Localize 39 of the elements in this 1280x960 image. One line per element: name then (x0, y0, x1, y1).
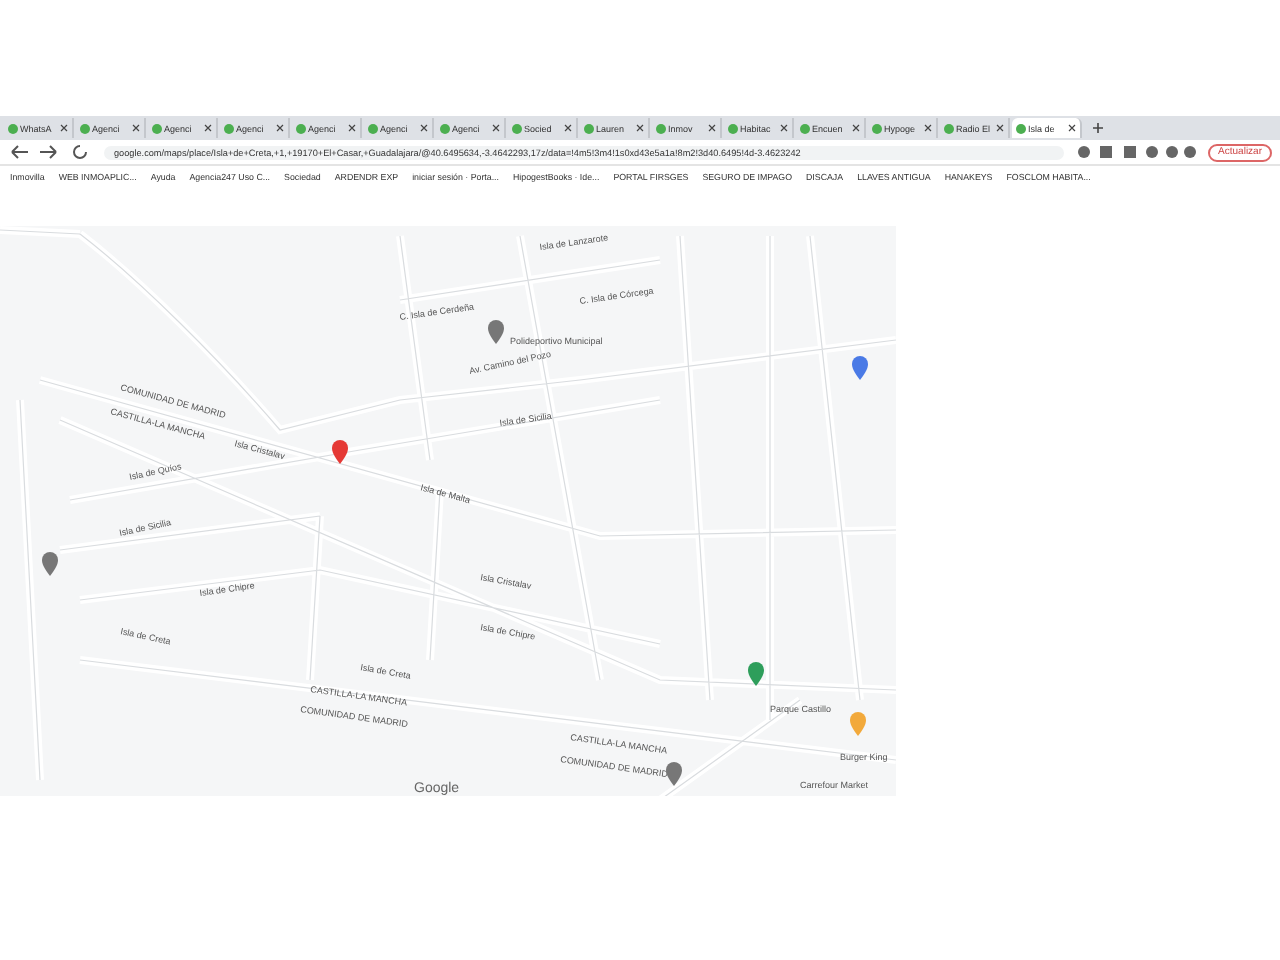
favicon-icon (584, 123, 594, 133)
close-icon[interactable] (852, 124, 860, 132)
favicon-icon (440, 123, 450, 133)
toolbar-icons[interactable] (1076, 144, 1197, 160)
favicon-icon (1016, 123, 1026, 133)
close-icon[interactable] (348, 124, 356, 132)
favicon-icon (872, 123, 882, 133)
favicon-icon (8, 123, 18, 133)
map-pin-icon[interactable] (488, 320, 504, 344)
close-icon[interactable] (708, 124, 716, 132)
close-icon[interactable] (276, 124, 284, 132)
favicon-icon (224, 123, 234, 133)
map-pin-icon[interactable] (852, 356, 868, 380)
map-pin-icon[interactable] (748, 662, 764, 686)
close-icon[interactable] (492, 124, 500, 132)
close-icon[interactable] (636, 124, 644, 132)
close-icon[interactable] (996, 124, 1004, 132)
close-icon[interactable] (132, 124, 140, 132)
favicon-icon (152, 123, 162, 133)
favicon-icon (728, 123, 738, 133)
favicon-icon (512, 123, 522, 133)
close-icon[interactable] (60, 124, 68, 132)
new-tab-icon[interactable] (1092, 122, 1104, 134)
favicon-icon (368, 123, 378, 133)
favicon-icon (944, 123, 954, 133)
favicon-icon (80, 123, 90, 133)
close-icon[interactable] (1068, 124, 1076, 132)
close-icon[interactable] (780, 124, 788, 132)
close-icon[interactable] (924, 124, 932, 132)
close-icon[interactable] (564, 124, 572, 132)
map-pin-icon[interactable] (42, 552, 58, 576)
map-pin-icon[interactable] (666, 762, 682, 786)
navigation-icons[interactable] (8, 142, 92, 162)
close-icon[interactable] (204, 124, 212, 132)
favicon-icon (296, 123, 306, 133)
favicon-icon (656, 123, 666, 133)
favicon-icon (800, 123, 810, 133)
close-icon[interactable] (420, 124, 428, 132)
map-pin-icon[interactable] (332, 440, 348, 464)
